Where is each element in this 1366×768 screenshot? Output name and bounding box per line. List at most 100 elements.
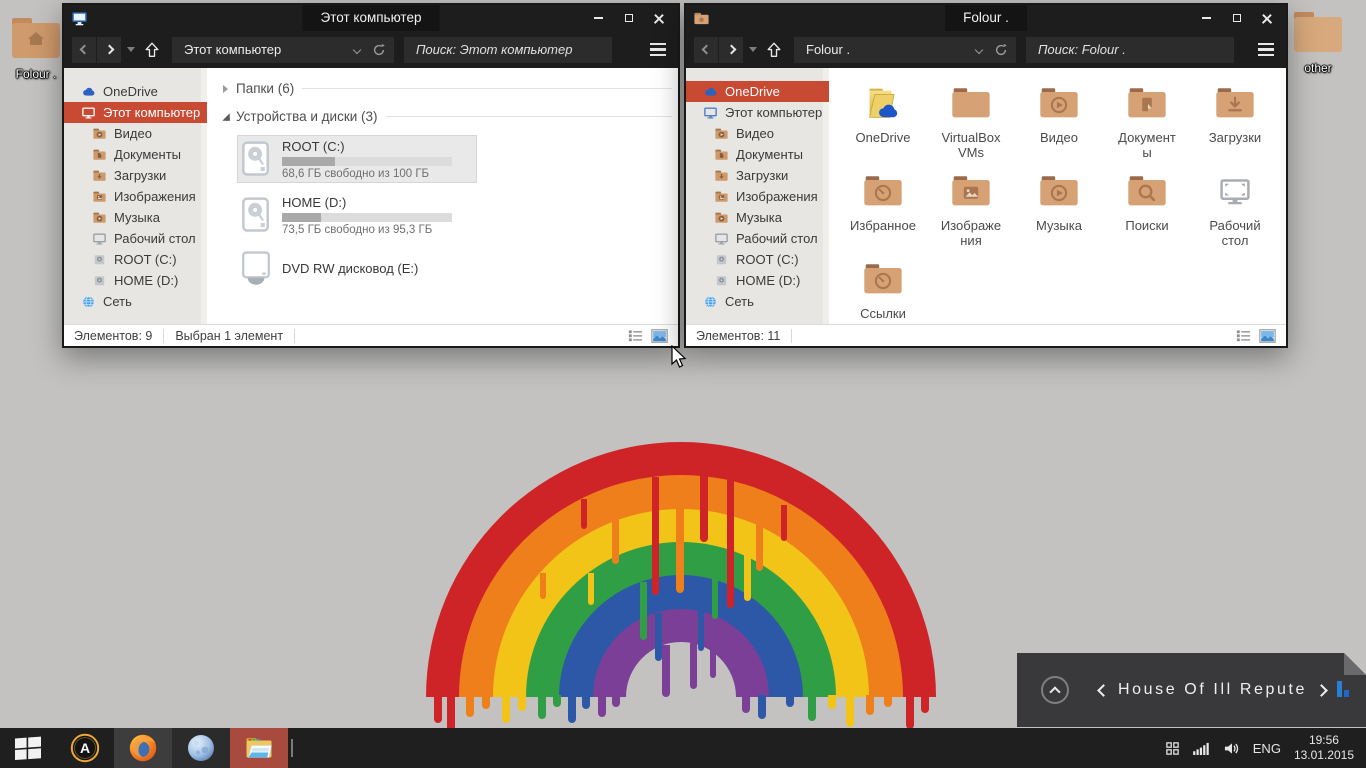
expand-arrow-icon[interactable]	[222, 113, 229, 120]
taskbar-item-palemoon[interactable]	[172, 728, 230, 768]
titlebar[interactable]: Folour .	[686, 5, 1286, 31]
sidebar-item-icon	[92, 273, 107, 288]
navigation-toolbar: Этот компьютер Поиск: Этот компьютер	[64, 31, 678, 68]
sidebar-item[interactable]: HOME (D:)	[64, 270, 207, 291]
recent-locations-caret[interactable]	[127, 47, 135, 52]
folder-item[interactable]: Рабочийстол	[1191, 169, 1279, 257]
maximize-button[interactable]	[1226, 9, 1247, 27]
sidebar-item[interactable]: Сеть	[686, 291, 829, 312]
up-button[interactable]	[762, 37, 786, 63]
folder-item[interactable]: OneDrive	[839, 81, 927, 169]
folder-item-icon	[860, 257, 906, 303]
address-bar[interactable]: Folour .	[794, 37, 1016, 63]
collapse-arrow-icon[interactable]	[223, 85, 228, 93]
drive-name: HOME (D:)	[282, 195, 452, 210]
language-indicator[interactable]: ENG	[1253, 741, 1281, 756]
next-track-button[interactable]	[1315, 684, 1328, 697]
sidebar-item[interactable]: Видео	[64, 123, 207, 144]
close-button[interactable]	[1256, 9, 1277, 27]
navigation-pane: OneDrive Этот компьютер Видео Документы	[686, 68, 829, 324]
sidebar-item[interactable]: Загрузки	[686, 165, 829, 186]
track-title: House Of Ill Repute	[1108, 681, 1317, 699]
group-header-devices[interactable]: Устройства и диски (3)	[223, 109, 672, 124]
group-header-folders[interactable]: Папки (6)	[223, 81, 672, 96]
folder-icon	[1292, 10, 1344, 54]
sidebar-item[interactable]: Сеть	[64, 291, 207, 312]
menu-button[interactable]	[1254, 43, 1278, 56]
titlebar[interactable]: Этот компьютер	[64, 5, 678, 31]
taskbar-item-aimp[interactable]	[56, 728, 114, 768]
address-bar[interactable]: Этот компьютер	[172, 37, 394, 63]
close-button[interactable]	[648, 9, 669, 27]
sidebar-item[interactable]: HOME (D:)	[686, 270, 829, 291]
sidebar-item-icon	[92, 147, 107, 162]
player-expand-button[interactable]	[1041, 676, 1069, 704]
sidebar-item[interactable]: Музыка	[64, 207, 207, 228]
forward-button[interactable]	[97, 37, 121, 63]
folder-item-icon	[948, 81, 994, 127]
folder-item[interactable]: Загрузки	[1191, 81, 1279, 169]
sidebar-item[interactable]: Изображения	[64, 186, 207, 207]
sidebar-item[interactable]: OneDrive	[64, 81, 207, 102]
folder-item[interactable]: VirtualBoxVMs	[927, 81, 1015, 169]
folder-item[interactable]: Ссылки	[839, 257, 927, 324]
folder-item[interactable]: Избранное	[839, 169, 927, 257]
maximize-button[interactable]	[618, 9, 639, 27]
network-icon[interactable]	[1193, 742, 1210, 755]
sidebar-item[interactable]: ROOT (C:)	[64, 249, 207, 270]
hidden-icons-button[interactable]	[1165, 741, 1180, 756]
sidebar-item[interactable]: Рабочий стол	[64, 228, 207, 249]
sidebar-item[interactable]: OneDrive	[686, 81, 829, 102]
details-view-button[interactable]	[628, 328, 643, 343]
drive-name: DVD RW дисковод (E:)	[282, 261, 418, 276]
sidebar-item[interactable]: Этот компьютер	[686, 102, 829, 123]
clock[interactable]: 19:56 13.01.2015	[1294, 733, 1354, 763]
desktop-icon-folour[interactable]: Folour .	[4, 16, 68, 81]
minimize-button[interactable]	[1196, 9, 1217, 27]
taskbar-item-explorer[interactable]	[230, 728, 288, 768]
back-button[interactable]	[72, 37, 96, 63]
sidebar-item[interactable]: Документы	[686, 144, 829, 165]
search-box[interactable]: Поиск: Folour .	[1026, 37, 1234, 63]
up-button[interactable]	[140, 37, 164, 63]
sidebar-item[interactable]: Изображения	[686, 186, 829, 207]
sidebar-item[interactable]: Музыка	[686, 207, 829, 228]
address-dropdown-caret[interactable]	[353, 45, 361, 53]
sidebar-item[interactable]: Документы	[64, 144, 207, 165]
forward-button[interactable]	[719, 37, 743, 63]
sidebar-item-icon	[714, 147, 729, 162]
folder-item[interactable]: Музыка	[1015, 169, 1103, 257]
sidebar-item[interactable]: Видео	[686, 123, 829, 144]
search-box[interactable]: Поиск: Этот компьютер	[404, 37, 612, 63]
details-view-button[interactable]	[1236, 328, 1251, 343]
folder-item[interactable]: Документы	[1103, 81, 1191, 169]
thumbnail-view-button[interactable]	[1259, 329, 1276, 343]
back-button[interactable]	[694, 37, 718, 63]
folder-item[interactable]: Видео	[1015, 81, 1103, 169]
start-button[interactable]	[0, 728, 56, 768]
drive-item[interactable]: HOME (D:) 73,5 ГБ свободно из 95,3 ГБ	[237, 191, 477, 239]
address-dropdown-caret[interactable]	[975, 45, 983, 53]
sidebar-item[interactable]: ROOT (C:)	[686, 249, 829, 270]
sidebar-item[interactable]: Загрузки	[64, 165, 207, 186]
items-count: Элементов: 9	[74, 329, 152, 343]
recent-locations-caret[interactable]	[749, 47, 757, 52]
refresh-icon[interactable]	[372, 43, 386, 57]
minimize-button[interactable]	[588, 9, 609, 27]
time: 19:56	[1294, 733, 1354, 748]
desktop-icon-other[interactable]: other	[1286, 10, 1350, 75]
sidebar-item[interactable]: Рабочий стол	[686, 228, 829, 249]
navigation-toolbar: Folour . Поиск: Folour .	[686, 31, 1286, 68]
folder-item[interactable]: Изображения	[927, 169, 1015, 257]
folder-item[interactable]: Поиски	[1103, 169, 1191, 257]
taskbar-item-firefox[interactable]	[114, 728, 172, 768]
menu-button[interactable]	[646, 43, 670, 56]
volume-icon[interactable]	[1223, 741, 1240, 756]
sidebar-item-icon	[92, 168, 107, 183]
thumbnail-view-button[interactable]	[651, 329, 668, 343]
refresh-icon[interactable]	[994, 43, 1008, 57]
drive-item[interactable]: ROOT (C:) 68,6 ГБ свободно из 100 ГБ	[237, 135, 477, 183]
equalizer-icon[interactable]	[1336, 681, 1352, 699]
drive-item[interactable]: DVD RW дисковод (E:)	[237, 247, 477, 289]
sidebar-item[interactable]: Этот компьютер	[64, 102, 207, 123]
